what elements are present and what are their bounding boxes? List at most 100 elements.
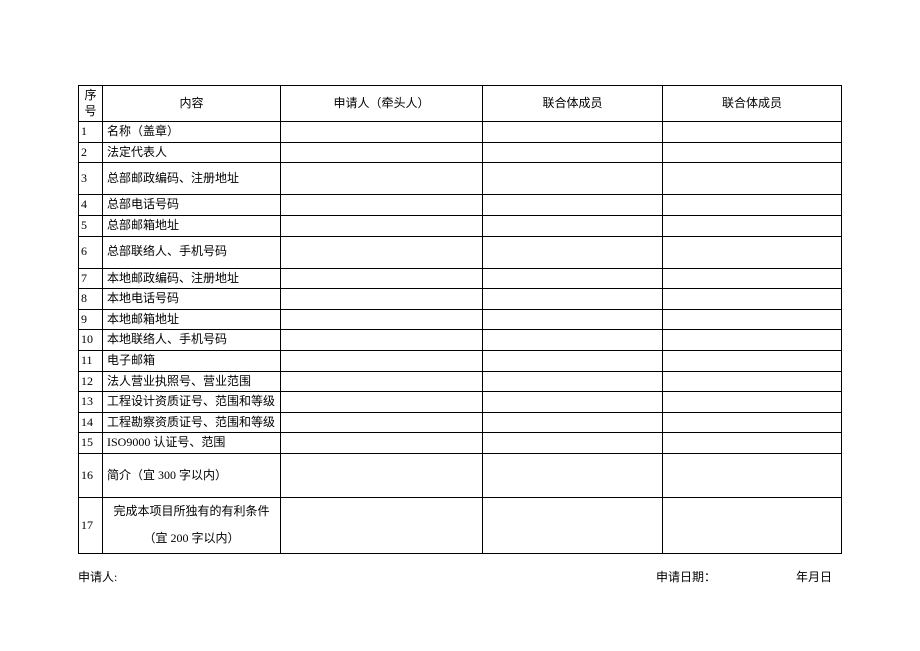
row-member2-cell — [663, 215, 842, 236]
row-seq: 3 — [79, 163, 103, 195]
row-member1-cell — [483, 236, 663, 268]
row-content: ISO9000 认证号、范围 — [103, 433, 281, 454]
table-row: 13 工程设计资质证号、范围和等级 — [79, 392, 842, 413]
row-member2-cell — [663, 371, 842, 392]
row-seq: 11 — [79, 350, 103, 371]
row-member2-cell — [663, 122, 842, 143]
row-member1-cell — [483, 371, 663, 392]
row-member2-cell — [663, 163, 842, 195]
header-content: 内容 — [103, 86, 281, 122]
table-row: 11 电子邮箱 — [79, 350, 842, 371]
row-content: 工程勘察资质证号、范围和等级 — [103, 412, 281, 433]
row-content: 法人营业执照号、营业范围 — [103, 371, 281, 392]
row-applicant-cell — [281, 453, 483, 497]
row-member2-cell — [663, 350, 842, 371]
row-content-line2: （宜 200 字以内） — [107, 531, 276, 547]
row-applicant-cell — [281, 163, 483, 195]
row-content: 本地邮政编码、注册地址 — [103, 268, 281, 289]
header-seq: 序号 — [79, 86, 103, 122]
row-seq: 2 — [79, 142, 103, 163]
row-content: 本地联络人、手机号码 — [103, 330, 281, 351]
table-row: 3 总部邮政编码、注册地址 — [79, 163, 842, 195]
table-row: 10 本地联络人、手机号码 — [79, 330, 842, 351]
row-applicant-cell — [281, 371, 483, 392]
row-seq: 15 — [79, 433, 103, 454]
row-content: 总部电话号码 — [103, 195, 281, 216]
table-row: 8 本地电话号码 — [79, 289, 842, 310]
row-applicant-cell — [281, 433, 483, 454]
row-member2-cell — [663, 433, 842, 454]
row-seq: 7 — [79, 268, 103, 289]
table-row: 4 总部电话号码 — [79, 195, 842, 216]
row-applicant-cell — [281, 289, 483, 310]
application-form-table: 序号 内容 申请人（牵头人） 联合体成员 联合体成员 1 名称（盖章） 2 法定… — [78, 85, 842, 554]
row-content: 电子邮箱 — [103, 350, 281, 371]
footer-date-value: 年月日 — [796, 568, 832, 585]
row-applicant-cell — [281, 215, 483, 236]
row-content: 总部邮政编码、注册地址 — [103, 163, 281, 195]
row-member1-cell — [483, 392, 663, 413]
row-member2-cell — [663, 195, 842, 216]
table-row: 2 法定代表人 — [79, 142, 842, 163]
row-member2-cell — [663, 309, 842, 330]
row-member1-cell — [483, 268, 663, 289]
table-row: 17 完成本项目所独有的有利条件 （宜 200 字以内） — [79, 497, 842, 553]
header-member2: 联合体成员 — [663, 86, 842, 122]
footer-date-label: 申请日期： — [656, 568, 716, 585]
table-row: 16 简介（宜 300 字以内） — [79, 453, 842, 497]
row-seq: 6 — [79, 236, 103, 268]
table-row: 14 工程勘察资质证号、范围和等级 — [79, 412, 842, 433]
row-content: 工程设计资质证号、范围和等级 — [103, 392, 281, 413]
row-applicant-cell — [281, 350, 483, 371]
table-row: 9 本地邮箱地址 — [79, 309, 842, 330]
table-row: 12 法人营业执照号、营业范围 — [79, 371, 842, 392]
row-member1-cell — [483, 309, 663, 330]
row-seq: 9 — [79, 309, 103, 330]
row-member1-cell — [483, 350, 663, 371]
footer-applicant-label: 申请人: — [78, 568, 656, 585]
footer: 申请人: 申请日期： 年月日 — [78, 568, 842, 585]
row-seq: 16 — [79, 453, 103, 497]
table-row: 15 ISO9000 认证号、范围 — [79, 433, 842, 454]
row-member1-cell — [483, 330, 663, 351]
header-member1: 联合体成员 — [483, 86, 663, 122]
row-seq: 14 — [79, 412, 103, 433]
row-seq: 5 — [79, 215, 103, 236]
row-seq: 17 — [79, 497, 103, 553]
row-content: 法定代表人 — [103, 142, 281, 163]
row-seq: 1 — [79, 122, 103, 143]
row-member2-cell — [663, 392, 842, 413]
row-applicant-cell — [281, 122, 483, 143]
row-member2-cell — [663, 497, 842, 553]
row-seq: 10 — [79, 330, 103, 351]
row-member2-cell — [663, 289, 842, 310]
row-applicant-cell — [281, 195, 483, 216]
row-member2-cell — [663, 453, 842, 497]
row-content: 简介（宜 300 字以内） — [103, 453, 281, 497]
row-member2-cell — [663, 268, 842, 289]
row-member1-cell — [483, 195, 663, 216]
table-row: 5 总部邮箱地址 — [79, 215, 842, 236]
row-member2-cell — [663, 330, 842, 351]
row-seq: 13 — [79, 392, 103, 413]
row-content: 总部联络人、手机号码 — [103, 236, 281, 268]
row-content: 总部邮箱地址 — [103, 215, 281, 236]
row-member1-cell — [483, 163, 663, 195]
row-applicant-cell — [281, 236, 483, 268]
row-seq: 12 — [79, 371, 103, 392]
header-applicant: 申请人（牵头人） — [281, 86, 483, 122]
row-content: 本地邮箱地址 — [103, 309, 281, 330]
table-row: 7 本地邮政编码、注册地址 — [79, 268, 842, 289]
row-member1-cell — [483, 215, 663, 236]
row-applicant-cell — [281, 412, 483, 433]
row-member1-cell — [483, 122, 663, 143]
row-member1-cell — [483, 433, 663, 454]
row-applicant-cell — [281, 330, 483, 351]
row-seq: 4 — [79, 195, 103, 216]
row-member1-cell — [483, 453, 663, 497]
row-member2-cell — [663, 412, 842, 433]
row-applicant-cell — [281, 309, 483, 330]
row-content: 名称（盖章） — [103, 122, 281, 143]
table-row: 1 名称（盖章） — [79, 122, 842, 143]
row-member1-cell — [483, 142, 663, 163]
